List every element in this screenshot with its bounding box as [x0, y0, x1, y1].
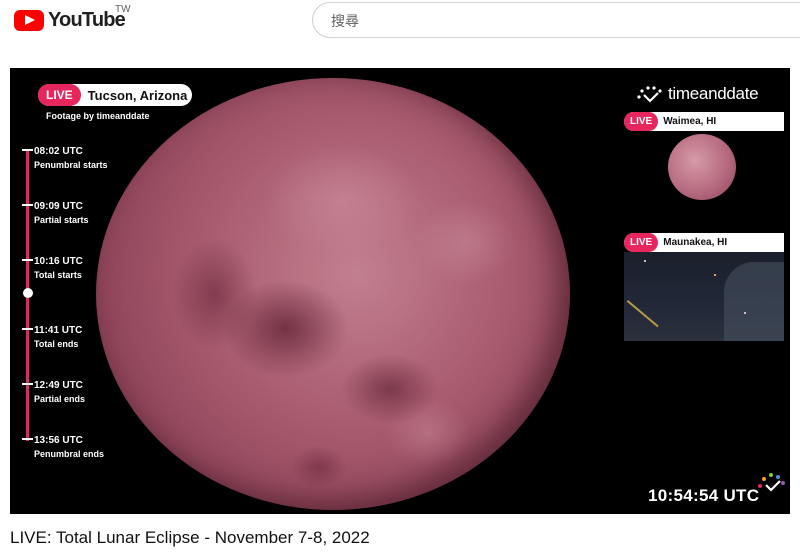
timeline-time: 11:41 UTC	[34, 325, 83, 336]
timeline-time: 13:56 UTC	[34, 435, 83, 446]
timeline-label: Total ends	[34, 339, 79, 349]
timeline-time: 10:16 UTC	[34, 256, 83, 267]
youtube-play-icon	[14, 9, 44, 31]
live-tag: LIVE	[624, 233, 659, 252]
cam-location: Waimea, HI	[663, 116, 717, 127]
timeline-time: 08:02 UTC	[34, 146, 83, 157]
timeline-tick	[22, 259, 33, 261]
cam-header: LIVE Maunakea, HI	[624, 233, 784, 252]
live-tag: LIVE	[38, 84, 81, 106]
timeline-tick	[22, 328, 33, 330]
brand-name: timeanddate	[668, 84, 759, 103]
timeline-tick	[22, 204, 33, 206]
eclipse-timeline: 08:02 UTC Penumbral starts 09:09 UTC Par…	[22, 146, 124, 459]
cam-star	[714, 274, 716, 276]
youtube-header: YouTube TW	[0, 0, 800, 58]
timeline-tick	[22, 383, 33, 385]
cam-location: Maunakea, HI	[663, 237, 728, 248]
country-code: TW	[115, 4, 131, 15]
timeline-time: 12:49 UTC	[34, 380, 83, 391]
side-cam-waimea[interactable]: LIVE Waimea, HI	[624, 112, 784, 203]
timeline-label: Total starts	[34, 270, 82, 280]
side-cam-maunakea[interactable]: LIVE Maunakea, HI	[624, 233, 784, 341]
utc-clock: 10:54:54 UTC	[648, 486, 760, 505]
location-label: Tucson, Arizona	[87, 87, 188, 103]
timeline-time: 09:09 UTC	[34, 201, 83, 212]
live-location-badge: LIVE Tucson, Arizona	[38, 84, 192, 106]
timeanddate-logo-icon	[637, 86, 662, 103]
cam-light-trail	[626, 300, 659, 328]
timeline-label: Penumbral starts	[34, 160, 108, 170]
search-box[interactable]	[312, 2, 800, 38]
logo-wordmark: YouTube	[48, 8, 126, 31]
search-input[interactable]	[329, 10, 753, 34]
video-title: LIVE: Total Lunar Eclipse - November 7-8…	[10, 528, 370, 547]
timeline-label: Partial starts	[34, 215, 89, 225]
cam-star	[744, 312, 746, 314]
timeline-label: Partial ends	[34, 394, 86, 404]
footage-credit: Footage by timeanddate	[46, 111, 150, 121]
eclipse-moon	[96, 78, 570, 510]
live-tag: LIVE	[624, 112, 659, 131]
cam-ridge	[724, 262, 784, 341]
timeanddate-brand: timeanddate	[636, 84, 759, 104]
video-player[interactable]: LIVE Tucson, Arizona Footage by timeandd…	[10, 68, 790, 514]
cam-moon-image	[668, 134, 736, 200]
timeline-label: Penumbral ends	[34, 449, 105, 459]
timeline-tick	[22, 438, 33, 440]
cam-star	[644, 260, 646, 262]
timeline-current-marker	[22, 288, 33, 298]
timeline-tick	[22, 149, 33, 151]
cam-sky-image	[624, 252, 784, 341]
cam-header: LIVE Waimea, HI	[624, 112, 784, 131]
youtube-logo[interactable]: YouTube TW	[14, 4, 131, 32]
timeanddate-color-icon	[758, 473, 785, 492]
